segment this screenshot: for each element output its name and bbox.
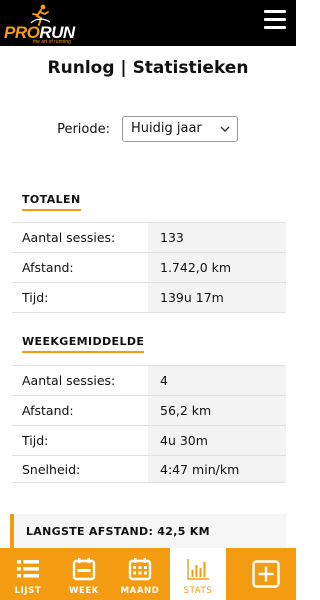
table-row: Afstand: 56,2 km: [12, 396, 286, 426]
row-value: 4:47 min/km: [148, 456, 286, 482]
row-label: Tijd:: [22, 290, 49, 305]
period-select[interactable]: Huidig jaar: [122, 116, 238, 142]
totals-heading: TOTALEN: [22, 193, 81, 211]
table-row: Snelheid: 4:47 min/km: [12, 456, 286, 483]
row-label: Afstand:: [22, 260, 74, 275]
add-plus-icon: [252, 560, 280, 588]
weekly-average-heading: WEEKGEMIDDELDE: [22, 335, 145, 353]
row-value: 139u 17m: [148, 283, 286, 312]
row-label: Aantal sessies:: [22, 373, 116, 388]
period-filter: Periode: Huidig jaar: [0, 116, 296, 144]
period-label: Periode:: [57, 122, 110, 137]
table-row: Tijd: 139u 17m: [12, 283, 286, 313]
prorun-logo[interactable]: PRORUN the art of running: [4, 4, 75, 45]
longest-distance-banner: LANGSTE AFSTAND: 42,5 KM: [10, 514, 286, 548]
row-value: 133: [148, 223, 286, 252]
table-row: Afstand: 1.742,0 km: [12, 253, 286, 283]
row-label: Tijd:: [22, 433, 49, 448]
row-value: 4: [148, 366, 286, 395]
row-value: 4u 30m: [148, 426, 286, 455]
tab-month[interactable]: MAAND: [112, 548, 168, 600]
bottom-tab-bar: LIJST WEEK MAAND STATS: [0, 548, 296, 600]
totals-table: Aantal sessies: 133 Afstand: 1.742,0 km …: [12, 222, 286, 313]
row-value: 56,2 km: [148, 396, 286, 425]
table-row: Aantal sessies: 4: [12, 366, 286, 396]
chevron-down-icon: [220, 126, 230, 132]
tab-label: LIJST: [14, 586, 42, 596]
row-label: Snelheid:: [22, 461, 81, 477]
row-label: Afstand:: [22, 403, 74, 418]
tab-label: STATS: [183, 586, 213, 596]
list-icon: [17, 560, 39, 578]
table-row: Aantal sessies: 133: [12, 223, 286, 253]
tab-label: MAAND: [120, 586, 160, 596]
tab-week[interactable]: WEEK: [56, 548, 112, 600]
app-header: PRORUN the art of running: [0, 0, 296, 46]
calendar-icon: [128, 558, 152, 581]
tab-stats[interactable]: STATS: [170, 548, 226, 600]
period-selected-value: Huidig jaar: [131, 121, 202, 136]
table-row: Tijd: 4u 30m: [12, 426, 286, 456]
tab-list[interactable]: LIJST: [0, 548, 56, 600]
page-title: Runlog | Statistieken: [47, 58, 249, 78]
weekly-average-table: Aantal sessies: 4 Afstand: 56,2 km Tijd:…: [12, 365, 286, 483]
longest-distance-text: LANGSTE AFSTAND: 42,5 KM: [26, 525, 210, 538]
tab-label: WEEK: [69, 586, 99, 596]
row-label: Aantal sessies:: [22, 230, 116, 245]
hamburger-menu-icon[interactable]: [264, 10, 286, 32]
add-session-button[interactable]: [236, 548, 296, 600]
week-icon: [72, 558, 96, 581]
row-value: 1.742,0 km: [148, 253, 286, 282]
bar-chart-icon: [187, 559, 209, 580]
logo-tagline: the art of running: [33, 39, 71, 45]
